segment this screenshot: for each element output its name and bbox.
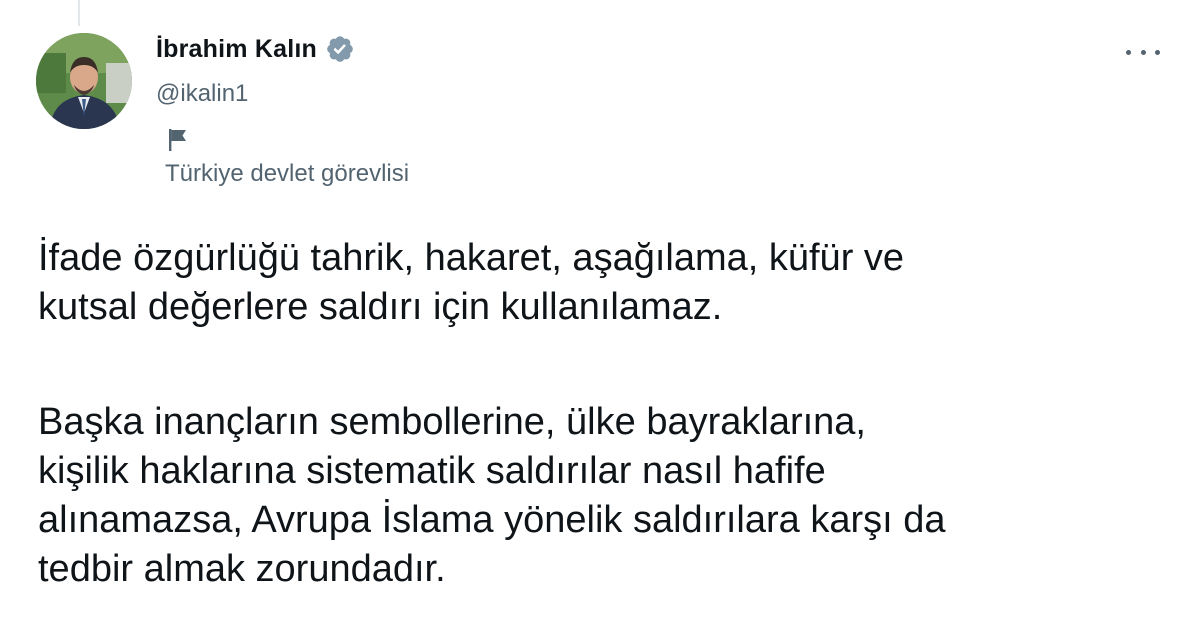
- more-options-icon[interactable]: [1126, 40, 1160, 64]
- flag-icon: [169, 129, 186, 151]
- tweet-card: İbrahim Kalın @ikalin1 Türkiye devlet gö…: [0, 0, 1200, 639]
- more-dot: [1155, 49, 1160, 55]
- avatar[interactable]: [36, 33, 132, 129]
- more-dot: [1126, 49, 1131, 55]
- government-label: Türkiye devlet görevlisi: [165, 160, 410, 187]
- tweet-line: tedbir almak zorundadır.: [38, 548, 446, 590]
- avatar-image: [36, 33, 132, 129]
- tweet-text: İfade özgürlüğü tahrik, hakaret, aşağıla…: [38, 234, 1168, 594]
- tweet-line: İfade özgürlüğü tahrik, hakaret, aşağıla…: [38, 237, 905, 279]
- author-name-row: İbrahim Kalın: [156, 34, 355, 64]
- thread-line: [78, 0, 80, 26]
- verified-badge-icon: [327, 36, 353, 62]
- tweet-line: kutsal değerlere saldırı için kullanılam…: [38, 286, 723, 328]
- author-name[interactable]: İbrahim Kalın: [156, 35, 317, 64]
- tweet-line: kişilik haklarına sistematik saldırılar …: [38, 450, 826, 492]
- tweet-line: alınamazsa, Avrupa İslama yönelik saldır…: [38, 499, 946, 541]
- tweet-line: Başka inançların sembollerine, ülke bayr…: [38, 401, 866, 443]
- author-handle[interactable]: @ikalin1: [156, 80, 248, 108]
- more-dot: [1140, 49, 1146, 55]
